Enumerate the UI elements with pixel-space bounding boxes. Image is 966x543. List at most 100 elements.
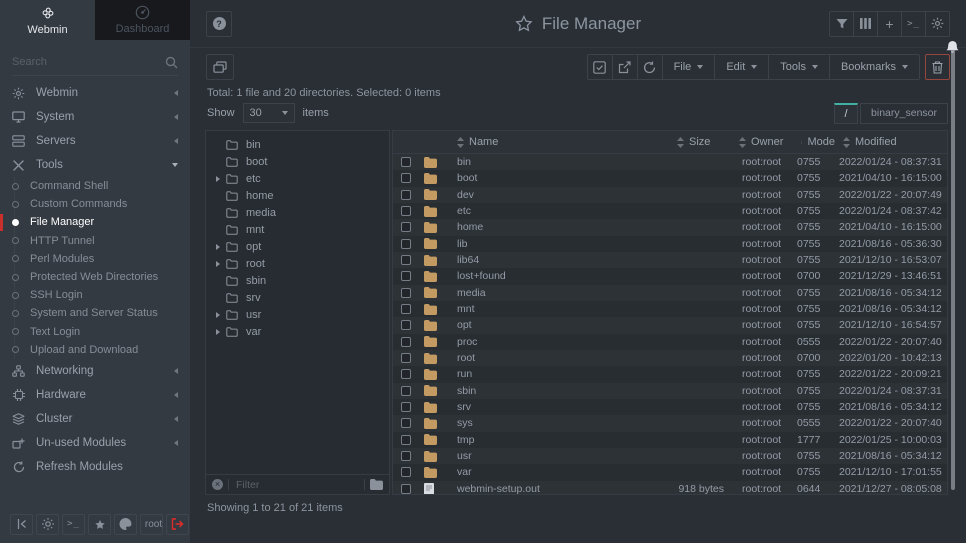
sidebar-item-command-shell[interactable]: Command Shell	[0, 177, 190, 195]
filter-button[interactable]	[829, 11, 854, 37]
tree-item-media[interactable]: media	[206, 204, 389, 221]
table-row-media[interactable]: media root:root 0755 2021/08/16 - 05:34:…	[393, 285, 947, 301]
cell-name[interactable]: proc	[449, 336, 677, 348]
sidebar-item-protected-web-directories[interactable]: Protected Web Directories	[0, 268, 190, 286]
tools-menu-button[interactable]: Tools	[768, 54, 830, 80]
table-row-dev[interactable]: dev root:root 0755 2022/01/22 - 20:07:49	[393, 187, 947, 203]
tab-webmin[interactable]: Webmin	[0, 0, 95, 40]
row-checkbox[interactable]	[401, 239, 411, 249]
sidebar-item-perl-modules[interactable]: Perl Modules	[0, 250, 190, 268]
row-checkbox[interactable]	[401, 271, 411, 281]
new-tab-button[interactable]	[206, 54, 234, 80]
cell-name[interactable]: lib	[449, 238, 677, 250]
file-menu-button[interactable]: File	[662, 54, 716, 80]
cell-name[interactable]: boot	[449, 172, 677, 184]
tree-item-var[interactable]: var	[206, 323, 389, 340]
sort-size-header[interactable]: Size	[677, 136, 731, 148]
cell-name[interactable]: mnt	[449, 303, 677, 315]
cell-name[interactable]: lost+found	[449, 270, 677, 282]
select-all-button[interactable]	[587, 54, 613, 80]
row-checkbox[interactable]	[401, 255, 411, 265]
row-checkbox[interactable]	[401, 288, 411, 298]
row-checkbox[interactable]	[401, 435, 411, 445]
tree-item-opt[interactable]: opt	[206, 238, 389, 255]
cell-name[interactable]: opt	[449, 319, 677, 331]
vertical-scrollbar[interactable]	[951, 42, 955, 490]
sidebar-item-servers[interactable]: Servers	[0, 129, 190, 153]
tree-item-sbin[interactable]: sbin	[206, 272, 389, 289]
table-row-home[interactable]: home root:root 0755 2021/04/10 - 16:15:0…	[393, 219, 947, 235]
export-button[interactable]	[612, 54, 638, 80]
breadcrumb-root[interactable]: /	[834, 103, 858, 124]
row-checkbox[interactable]	[401, 157, 411, 167]
cell-name[interactable]: sys	[449, 417, 677, 429]
sidebar-item-tools[interactable]: Tools	[0, 153, 190, 177]
tree-item-boot[interactable]: boot	[206, 153, 389, 170]
expand-arrow-icon[interactable]	[216, 261, 220, 267]
cell-name[interactable]: run	[449, 368, 677, 380]
breadcrumb-current[interactable]: binary_sensor	[860, 103, 948, 124]
sidebar-item-system-and-server-status[interactable]: System and Server Status	[0, 304, 190, 322]
sort-modified-header[interactable]: Modified	[835, 136, 947, 148]
table-row-webmin-setup-out[interactable]: webmin-setup.out 918 bytes root:root 064…	[393, 481, 947, 494]
sidebar-item-file-manager[interactable]: File Manager	[0, 213, 190, 231]
table-row-usr[interactable]: usr root:root 0755 2021/08/16 - 05:34:12	[393, 448, 947, 464]
cell-name[interactable]: webmin-setup.out	[449, 483, 677, 494]
table-row-proc[interactable]: proc root:root 0555 2022/01/22 - 20:07:4…	[393, 334, 947, 350]
columns-button[interactable]	[853, 11, 878, 37]
notifications-bell-icon[interactable]	[945, 40, 960, 56]
expand-arrow-icon[interactable]	[216, 329, 220, 335]
logout-button[interactable]	[166, 514, 189, 535]
table-row-lib[interactable]: lib root:root 0755 2021/08/16 - 05:36:30	[393, 236, 947, 252]
help-button[interactable]: ?	[206, 11, 232, 37]
tree-item-srv[interactable]: srv	[206, 289, 389, 306]
sidebar-item-custom-commands[interactable]: Custom Commands	[0, 195, 190, 213]
tab-dashboard[interactable]: Dashboard	[95, 0, 190, 40]
cell-name[interactable]: sbin	[449, 385, 677, 397]
terminal-button[interactable]: >_	[901, 11, 926, 37]
row-checkbox[interactable]	[401, 418, 411, 428]
tree-item-etc[interactable]: etc	[206, 170, 389, 187]
theme-toggle-button[interactable]	[36, 514, 59, 535]
sidebar-item-http-tunnel[interactable]: HTTP Tunnel	[0, 232, 190, 250]
favorites-button[interactable]	[88, 514, 111, 535]
cell-name[interactable]: tmp	[449, 434, 677, 446]
table-row-var[interactable]: var root:root 0755 2021/12/10 - 17:01:55	[393, 464, 947, 480]
cell-name[interactable]: etc	[449, 205, 677, 217]
row-checkbox[interactable]	[401, 222, 411, 232]
row-checkbox[interactable]	[401, 190, 411, 200]
table-row-opt[interactable]: opt root:root 0755 2021/12/10 - 16:54:57	[393, 317, 947, 333]
tree-filter-input[interactable]	[234, 478, 359, 492]
edit-menu-button[interactable]: Edit	[714, 54, 769, 80]
sort-name-header[interactable]: Name	[449, 136, 677, 148]
folder-view-icon[interactable]	[370, 479, 383, 490]
table-row-sys[interactable]: sys root:root 0555 2022/01/22 - 20:07:40	[393, 415, 947, 431]
settings-button[interactable]	[925, 11, 950, 37]
sidebar-item-refresh-modules[interactable]: Refresh Modules	[0, 455, 190, 479]
sidebar-item-hardware[interactable]: Hardware	[0, 383, 190, 407]
tree-item-usr[interactable]: usr	[206, 306, 389, 323]
table-row-run[interactable]: run root:root 0755 2022/01/22 - 20:09:21	[393, 366, 947, 382]
table-row-boot[interactable]: boot root:root 0755 2021/04/10 - 16:15:0…	[393, 170, 947, 186]
items-per-page-select[interactable]: 30	[243, 103, 295, 123]
cell-name[interactable]: root	[449, 352, 677, 364]
expand-arrow-icon[interactable]	[216, 176, 220, 182]
sidebar-item-system[interactable]: System	[0, 105, 190, 129]
cell-name[interactable]: srv	[449, 401, 677, 413]
add-button[interactable]: +	[877, 11, 902, 37]
sidebar-item-upload-and-download[interactable]: Upload and Download	[0, 341, 190, 359]
cell-name[interactable]: var	[449, 466, 677, 478]
tree-item-bin[interactable]: bin	[206, 136, 389, 153]
row-checkbox[interactable]	[401, 386, 411, 396]
favorite-star-icon[interactable]	[515, 15, 533, 32]
sidebar-item-text-login[interactable]: Text Login	[0, 323, 190, 341]
row-checkbox[interactable]	[401, 353, 411, 363]
row-checkbox[interactable]	[401, 304, 411, 314]
sidebar-item-networking[interactable]: Networking	[0, 359, 190, 383]
row-checkbox[interactable]	[401, 467, 411, 477]
row-checkbox[interactable]	[401, 320, 411, 330]
cell-name[interactable]: dev	[449, 189, 677, 201]
tree-item-mnt[interactable]: mnt	[206, 221, 389, 238]
table-row-mnt[interactable]: mnt root:root 0755 2021/08/16 - 05:34:12	[393, 301, 947, 317]
cell-name[interactable]: media	[449, 287, 677, 299]
